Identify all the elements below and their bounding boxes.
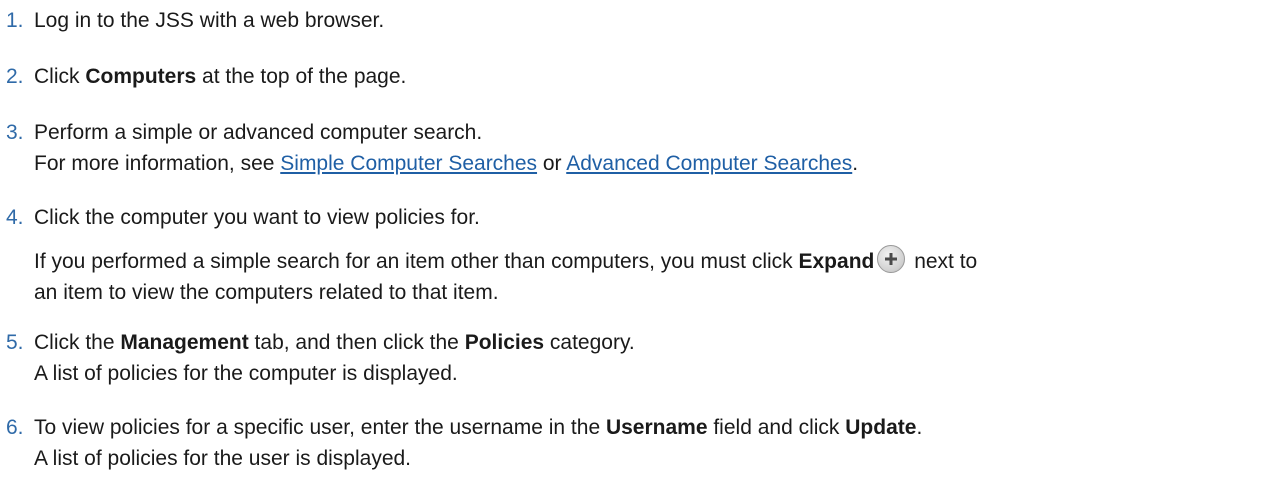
step-text-pre: To view policies for a specific user, en… (34, 416, 606, 439)
step-number: 1. (6, 9, 24, 32)
policies-label: Policies (464, 331, 545, 354)
more-info-mid: or (537, 152, 567, 175)
expand-plus-icon (877, 245, 906, 273)
simple-computer-searches-link[interactable]: Simple Computer Searches (280, 152, 537, 175)
expand-label: Expand (798, 250, 875, 273)
step-text-pre: Click the (34, 331, 121, 354)
note-text-pre: If you performed a simple search for an … (34, 250, 799, 273)
step-5: 5. Click the Management tab, and then cli… (6, 327, 1275, 389)
note-text-line2: an item to view the computers related to… (34, 281, 499, 304)
step-text-post: at the top of the page. (196, 65, 407, 88)
step-3: 3. Perform a simple or advanced computer … (6, 117, 1275, 179)
step-text: Click the computer you want to view poli… (34, 206, 480, 229)
step-number: 6. (6, 416, 24, 439)
step-text-mid: field and click (707, 416, 846, 439)
step-text-mid: tab, and then click the (248, 331, 465, 354)
advanced-computer-searches-link[interactable]: Advanced Computer Searches (566, 152, 852, 175)
step-5-result: A list of policies for the computer is d… (34, 362, 458, 385)
more-info-pre: For more information, see (34, 152, 281, 175)
computers-label: Computers (85, 65, 197, 88)
procedure-steps: 1. Log in to the JSS with a web browser. … (0, 0, 1285, 493)
step-text-post: . (916, 416, 923, 439)
step-number: 3. (6, 121, 24, 144)
step-2: 2. Click Computers at the top of the page… (6, 61, 1275, 92)
step-text-pre: Click (34, 65, 86, 88)
more-info-post: . (852, 152, 859, 175)
update-label: Update (845, 416, 917, 439)
management-label: Management (120, 331, 249, 354)
step-text: Log in to the JSS with a web browser. (34, 9, 385, 32)
step-1: 1. Log in to the JSS with a web browser. (6, 5, 1275, 36)
step-text: Perform a simple or advanced computer se… (34, 121, 483, 144)
step-number: 4. (6, 206, 24, 229)
step-4: 4. Click the computer you want to view po… (6, 202, 1275, 308)
step-number: 5. (6, 331, 24, 354)
note-text-post: next to (908, 250, 978, 273)
step-text-post: category. (544, 331, 635, 354)
step-6-result: A list of policies for the user is displ… (34, 447, 412, 470)
step-6: 6. To view policies for a specific user, … (6, 412, 1275, 474)
username-label: Username (605, 416, 708, 439)
step-number: 2. (6, 65, 24, 88)
step-4-note: If you performed a simple search for an … (34, 245, 1275, 308)
